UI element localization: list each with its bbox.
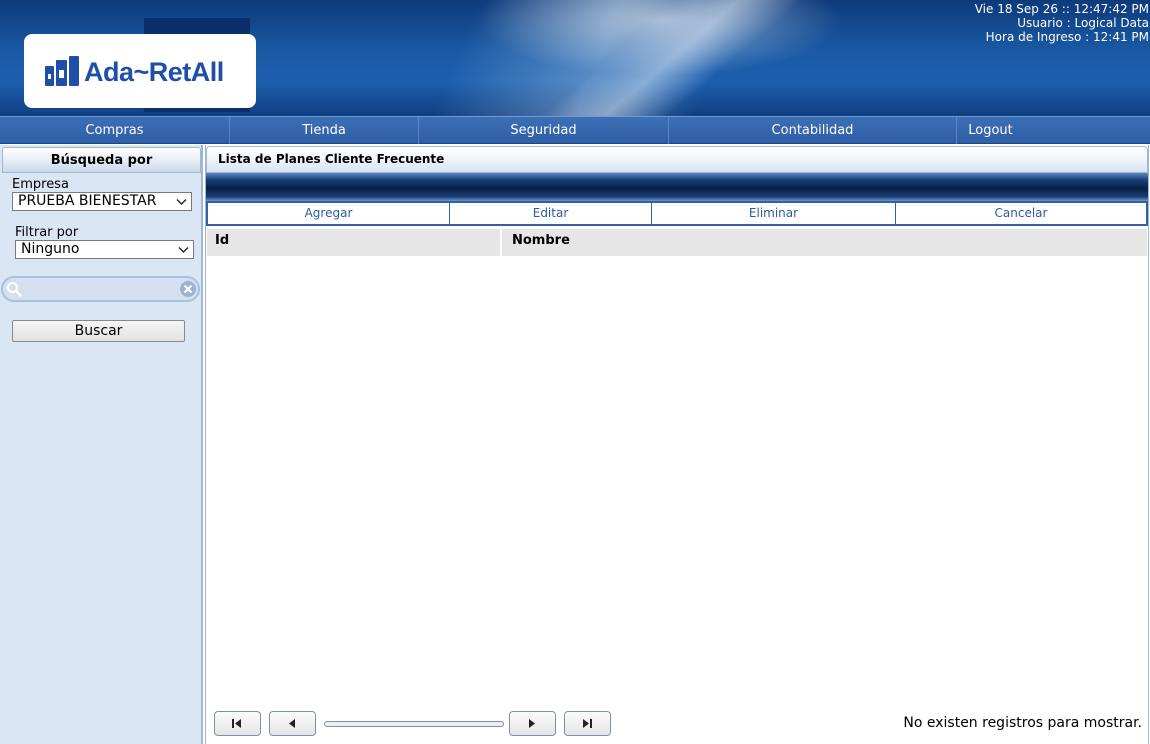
logo-text: Ada~RetAll bbox=[84, 57, 224, 87]
session-login-time: Hora de Ingreso : 12:41 PM bbox=[985, 30, 1149, 44]
session-info: Vie 18 Sep 26 :: 12:47:42 PM Usuario : L… bbox=[975, 2, 1149, 44]
next-page-icon bbox=[529, 719, 535, 728]
menu-seguridad[interactable]: Seguridad bbox=[418, 117, 668, 144]
page-slider[interactable] bbox=[324, 721, 504, 727]
clear-icon[interactable] bbox=[179, 280, 197, 298]
editar-button[interactable]: Editar bbox=[449, 203, 651, 224]
agregar-button[interactable]: Agregar bbox=[208, 203, 449, 224]
column-header-id[interactable]: Id bbox=[207, 229, 502, 256]
filtrar-select-value: Ninguno bbox=[21, 241, 80, 257]
empresa-label: Empresa bbox=[12, 177, 69, 192]
main-menu: Compras Tienda Seguridad Contabilidad Lo… bbox=[0, 116, 1150, 144]
last-page-icon bbox=[583, 719, 592, 728]
chevron-down-icon bbox=[178, 247, 189, 253]
filtrar-select[interactable]: Ninguno bbox=[15, 240, 194, 259]
last-page-button[interactable] bbox=[564, 711, 611, 736]
search-sidebar: Búsqueda por Empresa PRUEBA BIENESTAR Fi… bbox=[0, 145, 203, 744]
prev-page-button[interactable] bbox=[269, 711, 316, 736]
first-page-icon bbox=[232, 719, 241, 728]
cancelar-button[interactable]: Cancelar bbox=[895, 203, 1146, 224]
menu-compras[interactable]: Compras bbox=[0, 117, 229, 144]
grid-body bbox=[207, 256, 1147, 706]
filtrar-label: Filtrar por bbox=[15, 225, 79, 240]
column-header-nombre[interactable]: Nombre bbox=[504, 229, 1147, 256]
prev-page-icon bbox=[289, 719, 295, 728]
chevron-down-icon bbox=[176, 199, 187, 205]
buscar-button[interactable]: Buscar bbox=[12, 320, 185, 342]
logo-buildings-icon bbox=[45, 56, 79, 86]
main-panel: Lista de Planes Cliente Frecuente Agrega… bbox=[205, 145, 1149, 744]
menu-contabilidad[interactable]: Contabilidad bbox=[668, 117, 956, 144]
logo: Ada~RetAll bbox=[24, 34, 256, 108]
menu-tienda[interactable]: Tienda bbox=[229, 117, 418, 144]
panel-toolbar-bar bbox=[206, 173, 1148, 201]
next-page-button[interactable] bbox=[509, 711, 556, 736]
session-date: Vie 18 Sep 26 :: 12:47:42 PM bbox=[974, 2, 1149, 16]
empty-records-message: No existen registros para mostrar. bbox=[903, 715, 1142, 731]
header-decoration bbox=[527, 0, 813, 130]
session-user: Usuario : Logical Data bbox=[1017, 16, 1149, 30]
empresa-select-value: PRUEBA BIENESTAR bbox=[18, 193, 157, 209]
search-icon bbox=[7, 282, 22, 297]
search-input[interactable] bbox=[25, 281, 179, 299]
sidebar-title: Búsqueda por bbox=[2, 147, 201, 173]
grid-header: Id Nombre bbox=[207, 229, 1147, 256]
empresa-select[interactable]: PRUEBA BIENESTAR bbox=[12, 192, 192, 211]
header-banner: Ada~RetAll Vie 18 Sep 26 :: 12:47:42 PM … bbox=[0, 0, 1150, 130]
search-box bbox=[1, 276, 200, 302]
eliminar-button[interactable]: Eliminar bbox=[651, 203, 895, 224]
action-bar: Agregar Editar Eliminar Cancelar bbox=[206, 201, 1148, 226]
menu-logout[interactable]: Logout bbox=[956, 117, 1024, 144]
first-page-button[interactable] bbox=[214, 711, 261, 736]
panel-title: Lista de Planes Cliente Frecuente bbox=[206, 146, 1148, 173]
